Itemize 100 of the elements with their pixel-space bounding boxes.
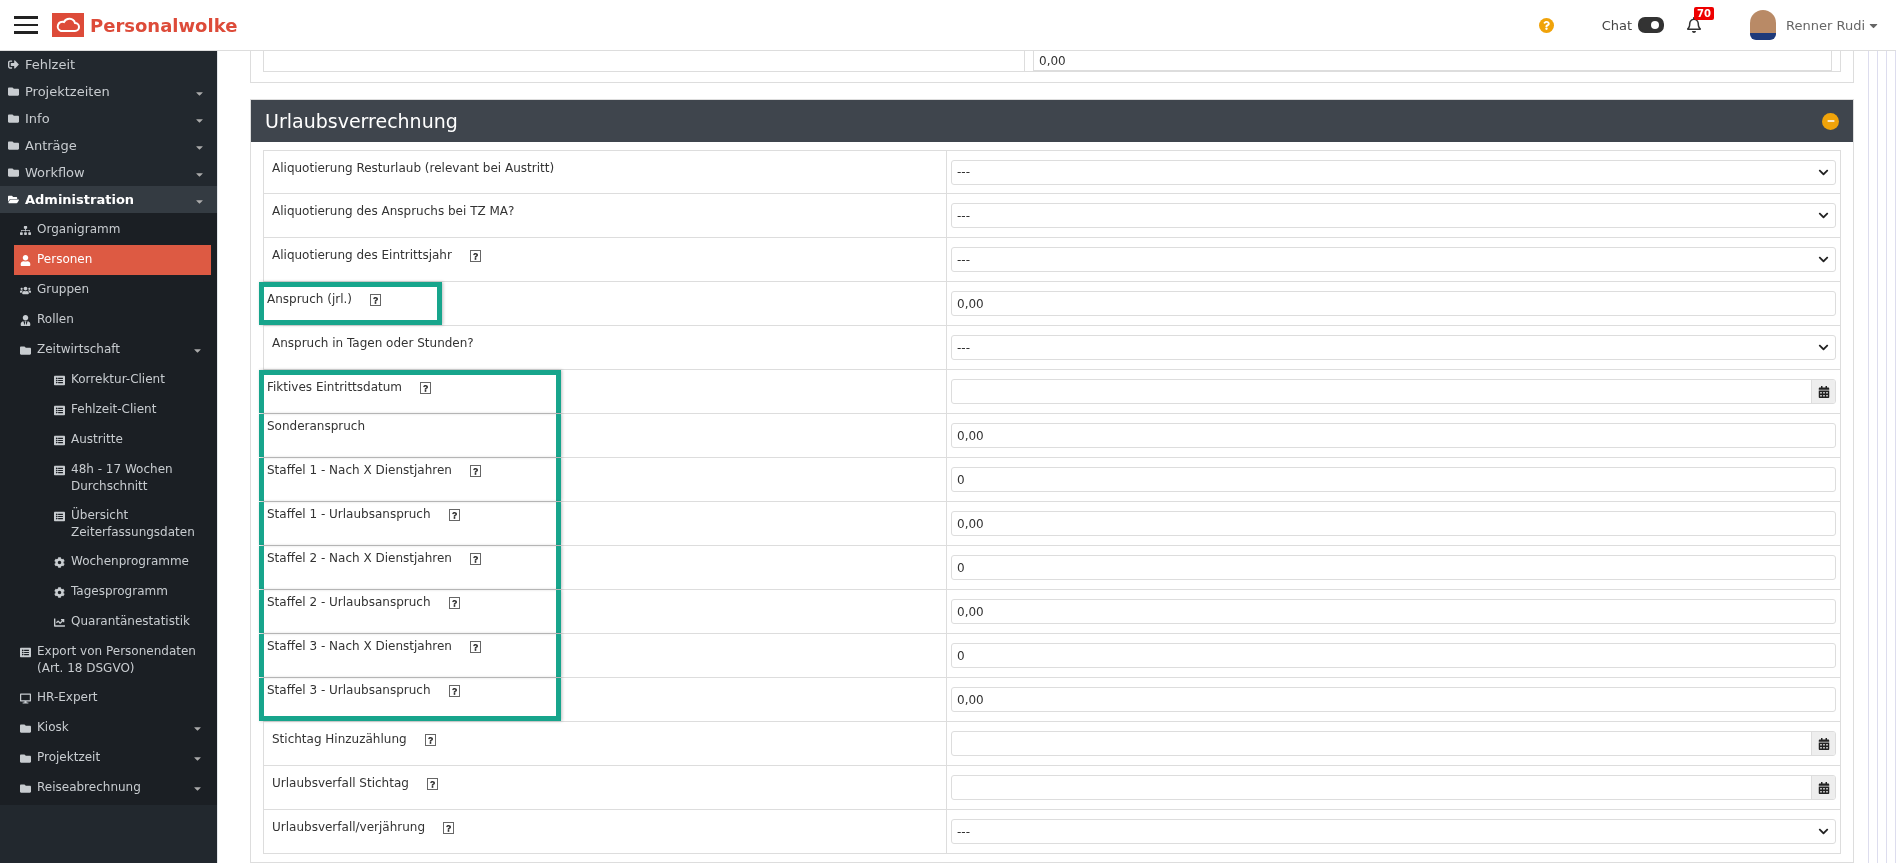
- field-label: Sonderanspruch: [267, 419, 366, 433]
- input-field[interactable]: 0,00: [1033, 51, 1832, 71]
- sidebar-item[interactable]: Workflow: [0, 159, 217, 186]
- sidebar-item[interactable]: Export von Personendaten (Art. 18 DSGVO): [0, 637, 211, 683]
- select-field[interactable]: ---: [951, 819, 1836, 844]
- input-field[interactable]: 0,00: [951, 423, 1836, 448]
- help-icon[interactable]: [448, 685, 460, 697]
- chevron-icon: [1818, 826, 1829, 837]
- avatar[interactable]: [1750, 10, 1777, 40]
- settings-icon: [54, 586, 65, 598]
- input-field[interactable]: 0,00: [951, 291, 1836, 316]
- user-icon: [20, 314, 31, 326]
- folder-icon: [8, 113, 19, 124]
- calendar-button[interactable]: [1811, 380, 1835, 403]
- select-field[interactable]: ---: [951, 247, 1836, 272]
- calendar-icon: [1817, 781, 1830, 794]
- help-icon[interactable]: [469, 553, 481, 565]
- sidebar-item[interactable]: Fehlzeit: [0, 51, 217, 78]
- cloud-logo-icon: [52, 13, 84, 37]
- select-field[interactable]: ---: [951, 203, 1836, 228]
- select-field[interactable]: ---: [951, 335, 1836, 360]
- list-icon: [54, 404, 65, 416]
- sidebar-item[interactable]: Kiosk: [0, 713, 211, 743]
- help-icon[interactable]: [469, 641, 481, 653]
- field-label: Staffel 3 - Urlaubsanspruch: [267, 683, 431, 697]
- date-field[interactable]: [951, 731, 1836, 756]
- calendar-icon: [1817, 737, 1830, 750]
- sidebar-item[interactable]: Info: [0, 105, 217, 132]
- sidebar-item[interactable]: Rollen: [0, 305, 211, 335]
- sitemap-icon: [20, 224, 31, 236]
- help-icon[interactable]: [469, 250, 481, 262]
- sidebar-item[interactable]: Austritte: [0, 425, 211, 455]
- sidebar-item[interactable]: Quarantänestatistik: [0, 607, 211, 637]
- list-icon: [54, 464, 65, 476]
- folder-icon: [20, 722, 31, 734]
- field-label: Staffel 2 - Urlaubsanspruch: [267, 595, 431, 609]
- folder-icon: [20, 344, 31, 356]
- field-label: Aliquotierung des Eintrittsjahr: [272, 248, 452, 262]
- input-field[interactable]: 0: [951, 467, 1836, 492]
- folder-icon: [8, 140, 19, 151]
- input-field[interactable]: 0: [951, 643, 1836, 668]
- field-label: Anspruch (jrl.): [267, 292, 353, 306]
- help-icon[interactable]: [424, 734, 436, 746]
- list-icon: [20, 646, 31, 658]
- help-icon[interactable]: [448, 597, 460, 609]
- sidebar-item[interactable]: Projektzeit: [0, 743, 211, 773]
- calendar-button[interactable]: [1811, 732, 1835, 755]
- sidebar-item[interactable]: 48h - 17 Wochen Durchschnitt: [0, 455, 211, 501]
- field-label: Staffel 1 - Nach X Dienstjahren: [267, 463, 452, 477]
- sidebar-item[interactable]: Korrektur-Client: [0, 365, 211, 395]
- date-field[interactable]: [951, 379, 1836, 404]
- folder-icon: [20, 752, 31, 764]
- help-icon[interactable]: [370, 294, 382, 306]
- chevron-icon: [1818, 254, 1829, 265]
- sidebar-item[interactable]: Organigramm: [0, 215, 211, 245]
- folder-icon: [20, 782, 31, 794]
- select-field[interactable]: ---: [951, 159, 1836, 185]
- sidebar-item[interactable]: Administration: [0, 186, 217, 213]
- sidebar-item[interactable]: Projektzeiten: [0, 78, 217, 105]
- monitor-icon: [20, 692, 31, 704]
- calendar-icon: [1817, 385, 1830, 398]
- sidebar-item[interactable]: Personen: [14, 245, 211, 275]
- sidebar-item[interactable]: Gruppen: [0, 275, 211, 305]
- folder-icon: [8, 86, 19, 97]
- sidebar-item[interactable]: Zeitwirtschaft: [0, 335, 211, 365]
- input-field[interactable]: 0,00: [951, 511, 1836, 536]
- user-icon: [20, 254, 31, 266]
- collapse-button[interactable]: [1822, 112, 1839, 130]
- exit-icon: [8, 59, 19, 70]
- sidebar-item[interactable]: HR-Expert: [0, 683, 211, 713]
- panel-title: Urlaubsverrechnung: [265, 110, 458, 132]
- help-icon[interactable]: [469, 465, 481, 477]
- help-icon[interactable]: [426, 778, 438, 790]
- input-field[interactable]: 0,00: [951, 687, 1836, 712]
- field-label: Staffel 2 - Nach X Dienstjahren: [267, 551, 452, 565]
- sidebar-item[interactable]: Fehlzeit-Client: [0, 395, 211, 425]
- chat-toggle[interactable]: [1638, 17, 1665, 33]
- help-icon[interactable]: [420, 382, 432, 394]
- field-label: Stichtag Hinzuzählung: [272, 732, 407, 746]
- date-field[interactable]: [951, 775, 1836, 800]
- chat-label: Chat: [1601, 17, 1633, 33]
- field-label: Urlaubsverfall Stichtag: [272, 776, 409, 790]
- input-field[interactable]: 0,00: [951, 599, 1836, 624]
- user-menu[interactable]: Renner Rudi: [1786, 17, 1880, 33]
- help-icon[interactable]: [448, 509, 460, 521]
- sidebar-item[interactable]: Übersicht Zeiterfassungsdaten: [0, 501, 211, 547]
- folder-icon: [8, 194, 19, 205]
- input-field[interactable]: 0: [951, 555, 1836, 580]
- sidebar-item[interactable]: Tagesprogramm: [0, 577, 211, 607]
- field-label: Anspruch in Tagen oder Stunden?: [272, 336, 474, 350]
- help-icon[interactable]: [443, 822, 455, 834]
- field-label: Urlaubsverfall/verjährung: [272, 820, 426, 834]
- users-icon: [20, 284, 31, 296]
- sidebar-item[interactable]: Reiseabrechnung: [0, 773, 211, 803]
- sidebar-item[interactable]: Anträge: [0, 132, 217, 159]
- sidebar-item[interactable]: Wochenprogramme: [0, 547, 211, 577]
- field-label: Fiktives Eintrittsdatum: [267, 380, 403, 394]
- calendar-button[interactable]: [1811, 776, 1835, 799]
- field-label: Aliquotierung des Anspruchs bei TZ MA?: [272, 204, 515, 218]
- chevron-icon: [1818, 342, 1829, 353]
